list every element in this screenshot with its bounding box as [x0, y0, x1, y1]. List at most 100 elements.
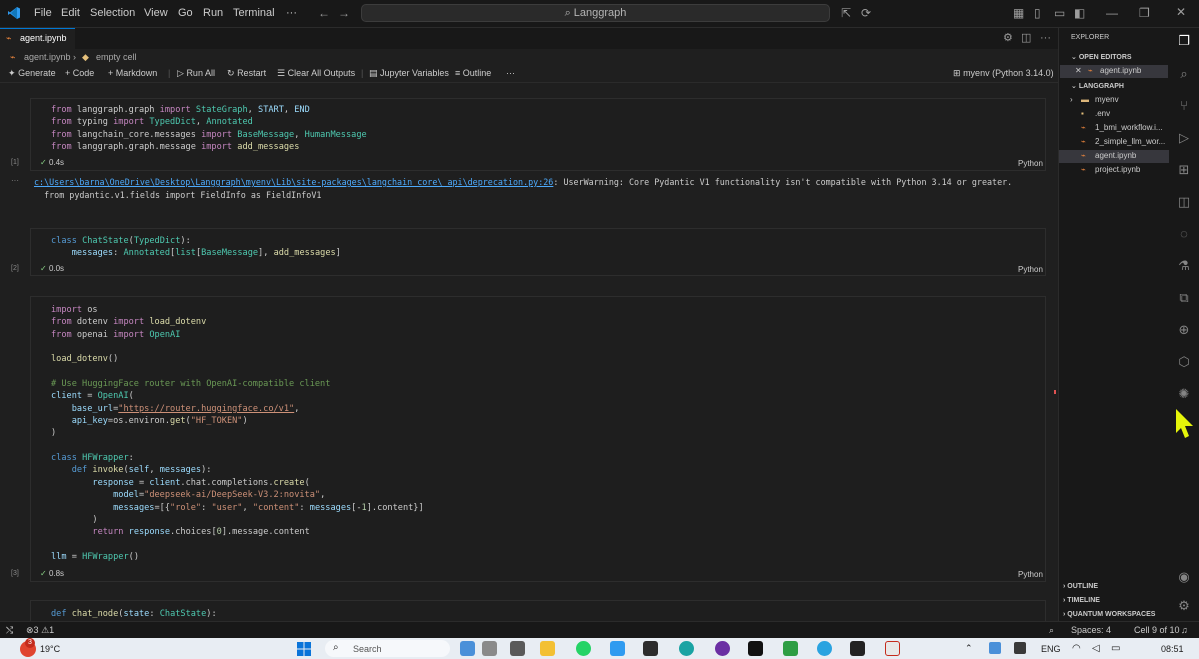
restart-button[interactable]: ↻ Restart — [227, 68, 266, 79]
widgets-icon[interactable] — [460, 641, 475, 656]
forward-arrow-icon[interactable]: → — [338, 7, 350, 19]
breadcrumb-file[interactable]: agent.ipynb — [24, 52, 71, 62]
command-center-search[interactable]: ⌕ Langgraph — [361, 4, 830, 22]
code-cell-2-source[interactable]: class ChatState(TypedDict): messages: An… — [51, 235, 341, 260]
toggle-panel-icon[interactable]: ▭ — [1054, 7, 1065, 19]
menu-view[interactable]: View — [144, 7, 168, 19]
edge-icon[interactable] — [679, 641, 694, 656]
containers-icon[interactable]: ⧉ — [1175, 290, 1193, 308]
robot-icon[interactable]: ⊕ — [1175, 322, 1193, 340]
code-cell-3-source[interactable]: import os from dotenv import load_dotenv… — [51, 304, 424, 563]
code-cell-1-source[interactable]: from langgraph.graph import StateGraph, … — [51, 104, 367, 153]
weather-temp[interactable]: 19°C — [40, 644, 60, 654]
tree-item-env[interactable]: ▪ .env — [1059, 108, 1169, 121]
copilot-icon[interactable]: ⟳ — [861, 7, 871, 19]
tray-app-icon[interactable] — [989, 642, 1001, 654]
menu-selection[interactable]: Selection — [90, 7, 135, 19]
cell-3-language[interactable]: Python — [1018, 570, 1043, 579]
close-window-icon[interactable]: ✕ — [1176, 6, 1186, 18]
battery-icon[interactable]: ▭ — [1111, 643, 1120, 654]
windows-start-icon[interactable] — [297, 642, 311, 656]
chat-icon[interactable]: ◌ — [1175, 226, 1193, 244]
taskbar-search[interactable]: ⌕ Search — [325, 640, 450, 657]
indentation-status[interactable]: Spaces: 4 — [1071, 625, 1111, 635]
cell-position-status[interactable]: Cell 9 of 10 — [1134, 625, 1180, 635]
split-editor-icon[interactable]: ◫ — [1021, 33, 1031, 44]
snipping-tool-icon[interactable] — [885, 641, 900, 656]
toolbar-more-button[interactable]: ··· — [506, 68, 515, 78]
back-arrow-icon[interactable]: ← — [318, 7, 330, 19]
clear-outputs-button[interactable]: ☰ Clear All Outputs — [277, 68, 355, 79]
outline-button[interactable]: ≡ Outline — [455, 68, 491, 78]
menu-file[interactable]: File — [34, 7, 52, 19]
quantum-icon[interactable]: ✺ — [1175, 386, 1193, 404]
zoom-icon[interactable]: ⌕ — [1049, 625, 1054, 636]
outline-section-header[interactable]: › OUTLINE — [1063, 583, 1098, 590]
input-language[interactable]: ENG — [1041, 644, 1061, 654]
app-icon[interactable] — [510, 641, 525, 656]
terminal-icon[interactable] — [643, 641, 658, 656]
layout-icon[interactable]: ▦ — [1013, 7, 1024, 19]
tree-item-project[interactable]: ⌁ project.ipynb — [1059, 164, 1169, 177]
tree-item-myenv[interactable]: › ▬ myenv — [1059, 94, 1169, 107]
explorer-icon[interactable]: ❐ — [1175, 33, 1193, 51]
restore-icon[interactable]: ❐ — [1139, 7, 1150, 19]
run-all-button[interactable]: ▷ Run All — [177, 68, 215, 79]
testing-icon[interactable]: ⚗ — [1175, 258, 1193, 276]
tray-app-icon[interactable] — [1014, 642, 1026, 654]
open-editors-header[interactable]: ⌄ OPEN EDITORS — [1071, 53, 1132, 61]
timeline-section-header[interactable]: › TIMELINE — [1063, 597, 1100, 604]
tree-item-simple-llm[interactable]: ⌁ 2_simple_llm_wor... — [1059, 136, 1169, 149]
cell-2-language[interactable]: Python — [1018, 265, 1043, 274]
toggle-sidebar-icon[interactable]: ▯ — [1034, 7, 1041, 19]
accounts-icon[interactable]: ◉ — [1175, 569, 1193, 587]
toggle-secondary-sidebar-icon[interactable]: ◧ — [1074, 7, 1085, 19]
warning-path-link[interactable]: c:\Users\barna\OneDrive\Desktop\Langgrap… — [34, 177, 553, 187]
more-actions-icon[interactable]: ··· — [1040, 33, 1051, 44]
problems-indicator[interactable]: ⊗3 ⚠1 — [26, 625, 54, 636]
volume-icon[interactable]: ◁ — [1092, 643, 1100, 654]
output-more-icon[interactable]: ··· — [11, 176, 19, 185]
open-window-icon[interactable]: ⇱ — [841, 7, 851, 19]
menu-more[interactable]: ··· — [286, 7, 297, 19]
notifications-icon[interactable]: ♫ — [1181, 625, 1188, 635]
settings-gear-icon[interactable]: ⚙ — [1003, 33, 1013, 44]
code-cell-4-source[interactable]: def chat_node(state: ChatState): — [51, 608, 217, 620]
extensions-icon[interactable]: ⊞ — [1175, 162, 1193, 180]
run-debug-icon[interactable]: ▷ — [1175, 130, 1193, 148]
manage-gear-icon[interactable]: ⚙ — [1175, 598, 1193, 616]
wifi-icon[interactable]: ◠ — [1072, 643, 1081, 654]
vscode-taskbar-icon[interactable] — [610, 641, 625, 656]
tray-chevron-up-icon[interactable]: ⌃ — [965, 643, 973, 654]
open-editor-item[interactable]: ✕ ⌁ agent.ipynb — [1060, 65, 1168, 78]
telegram-icon[interactable] — [817, 641, 832, 656]
x-icon[interactable] — [748, 641, 763, 656]
tab-agent-ipynb[interactable]: ⌁ agent.ipynb — [0, 28, 75, 49]
file-explorer-icon[interactable] — [540, 641, 555, 656]
task-view-icon[interactable] — [482, 641, 497, 656]
menu-run[interactable]: Run — [203, 7, 223, 19]
source-control-icon[interactable]: ⑂ — [1175, 98, 1193, 116]
quantum-section-header[interactable]: › QUANTUM WORKSPACES — [1063, 611, 1155, 618]
remote-icon[interactable]: ⤭ — [6, 625, 13, 636]
tree-item-agent[interactable]: ⌁ agent.ipynb — [1059, 150, 1169, 163]
shield-icon[interactable] — [783, 641, 798, 656]
notebook-editor[interactable]: from langgraph.graph import StateGraph, … — [0, 84, 1058, 621]
search-icon[interactable]: ⌕ — [1175, 66, 1193, 84]
kernel-picker[interactable]: ⊞ myenv (Python 3.14.0) — [953, 68, 1054, 79]
cell-1-language[interactable]: Python — [1018, 159, 1043, 168]
camera-icon[interactable] — [850, 641, 865, 656]
close-icon[interactable]: ✕ — [1075, 66, 1082, 75]
tree-item-bmi-workflow[interactable]: ⌁ 1_bmi_workflow.i... — [1059, 122, 1169, 135]
package-icon[interactable]: ⬡ — [1175, 354, 1193, 372]
add-code-button[interactable]: + Code — [65, 68, 94, 78]
project-header[interactable]: ⌄ LANGGRAPH — [1071, 82, 1124, 90]
add-markdown-button[interactable]: + Markdown — [108, 68, 157, 78]
remote-explorer-icon[interactable]: ◫ — [1175, 194, 1193, 212]
obs-icon[interactable] — [715, 641, 730, 656]
breadcrumb-cell[interactable]: empty cell — [96, 52, 137, 62]
jupyter-variables-button[interactable]: ▤ Jupyter Variables — [369, 68, 449, 79]
menu-edit[interactable]: Edit — [61, 7, 80, 19]
whatsapp-icon[interactable] — [576, 641, 591, 656]
menu-go[interactable]: Go — [178, 7, 193, 19]
